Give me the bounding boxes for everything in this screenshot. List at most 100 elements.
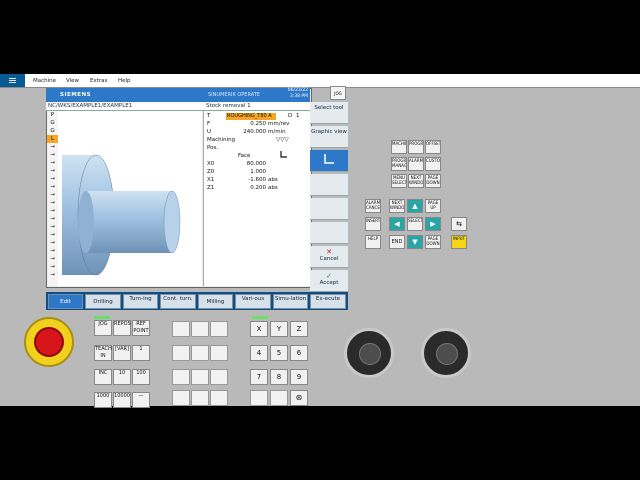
select-key[interactable]: SELECT [407, 217, 423, 231]
machining-field[interactable]: ▽▽▽ [276, 137, 289, 144]
blank-key[interactable] [172, 369, 190, 385]
ref-point-key[interactable]: REF POINT [132, 320, 150, 336]
help-key[interactable]: HELP [365, 235, 381, 249]
alarm-key[interactable]: ALARM [408, 157, 424, 171]
feed-override-dial[interactable] [421, 328, 471, 378]
feed-field[interactable]: 0.250 [224, 121, 266, 128]
var-key[interactable]: [VAR] [113, 345, 131, 361]
milling-softkey[interactable]: Milling [198, 294, 233, 309]
graphic-view-softkey[interactable]: Graphic view [310, 126, 348, 148]
y-axis-key[interactable]: Y [270, 321, 288, 337]
menu-select-key[interactable]: MENU SELECT [391, 174, 407, 188]
blank-key[interactable] [172, 390, 190, 406]
next-window-key-top[interactable]: NEXT WINDOW [408, 174, 424, 188]
speed-field[interactable]: 240.000 [224, 129, 266, 136]
hamburger-menu-icon[interactable]: ≡ [0, 74, 25, 87]
alarm-cancel-key[interactable]: ALARM CANCEL [365, 199, 381, 213]
repos-key[interactable]: REPOS [113, 320, 131, 336]
gutter-l[interactable]: L [47, 135, 58, 143]
gutter-arrow-icon: → [50, 184, 55, 190]
page-down-key-top[interactable]: PAGE DOWN [425, 174, 441, 188]
offset-key[interactable]: OFFSET [425, 140, 441, 154]
x0-field[interactable]: 80.000 [224, 161, 266, 168]
blank-key[interactable] [191, 390, 209, 406]
contour-softkey[interactable] [310, 150, 348, 172]
blank-key[interactable] [210, 369, 228, 385]
blank-key[interactable] [191, 321, 209, 337]
z0-field[interactable]: 1.000 [224, 169, 266, 176]
axis-5-key[interactable]: 5 [270, 345, 288, 361]
input-key[interactable]: INPUT [451, 235, 467, 249]
d-field[interactable]: 1 [296, 113, 300, 120]
z1-field[interactable]: 0.200 [224, 185, 266, 192]
blank-key[interactable] [210, 390, 228, 406]
arrow-left-icon[interactable]: ◀ [389, 217, 405, 231]
inc-100-key[interactable]: 100 [132, 369, 150, 385]
gutter-p[interactable]: P [47, 111, 58, 119]
empty-softkey-2[interactable] [310, 198, 348, 220]
menu-view[interactable]: View [66, 74, 79, 88]
inc-1-key[interactable]: 1 [132, 345, 150, 361]
machine-key[interactable]: MACHINE [391, 140, 407, 154]
blank-key[interactable] [250, 390, 268, 406]
inc-cont-key[interactable]: — [132, 392, 150, 408]
x-axis-key[interactable]: X [250, 321, 268, 337]
inc-10-key[interactable]: 10 [113, 369, 131, 385]
accept-softkey[interactable]: ✓ Accept [310, 270, 348, 292]
turning-softkey[interactable]: Turn-ing [123, 294, 158, 309]
empty-softkey-3[interactable] [310, 222, 348, 244]
blank-key[interactable] [210, 345, 228, 361]
arrow-right-icon[interactable]: ▶ [425, 217, 441, 231]
menu-machine[interactable]: Machine [33, 74, 56, 88]
various-softkey[interactable]: Vari-ous [235, 294, 271, 309]
teach-in-key[interactable]: TEACH IN [94, 345, 112, 361]
program-key[interactable]: PROGRAM [408, 140, 424, 154]
jog-key[interactable]: JOG [94, 320, 112, 336]
axis-9-key[interactable]: 9 [290, 369, 308, 385]
jog-mode-button[interactable]: JOG [330, 86, 346, 100]
execute-softkey[interactable]: Ex-ecute [310, 294, 346, 309]
next-window-key[interactable]: NEXT WINDOW [389, 199, 405, 213]
end-key[interactable]: END [389, 235, 405, 249]
gutter-g2[interactable]: G [47, 127, 58, 135]
arrow-down-icon[interactable]: ▼ [407, 235, 423, 249]
cont-turn-softkey[interactable]: Cont. turn. [160, 294, 196, 309]
menu-extras[interactable]: Extras [90, 74, 107, 88]
x1-field[interactable]: -1.600 [224, 177, 266, 184]
simulation-softkey[interactable]: Simu-lation [273, 294, 308, 309]
tab-icon[interactable]: ⇆ [451, 217, 467, 231]
blank-key[interactable] [172, 345, 190, 361]
tool-field[interactable]: ROUGHING_T80 A [226, 113, 276, 120]
page-up-key[interactable]: PAGE UP [425, 199, 441, 213]
edit-softkey[interactable]: Edit [48, 294, 83, 309]
blank-key[interactable] [172, 321, 190, 337]
custom-key[interactable]: CUSTOM [425, 157, 441, 171]
inc-10000-key[interactable]: 10000 [113, 392, 131, 408]
gutter-g1[interactable]: G [47, 119, 58, 127]
blank-key[interactable] [270, 390, 288, 406]
empty-softkey-1[interactable] [310, 174, 348, 196]
blank-key[interactable] [191, 369, 209, 385]
arrow-up-icon[interactable]: ▲ [407, 199, 423, 213]
z-axis-key[interactable]: Z [290, 321, 308, 337]
inc-1000-key[interactable]: 1000 [94, 392, 112, 408]
select-tool-softkey[interactable]: Select tool [310, 102, 348, 124]
drilling-softkey[interactable]: Drilling [85, 294, 121, 309]
cancel-softkey[interactable]: ✕ Cancel [310, 246, 348, 268]
blank-key[interactable] [191, 345, 209, 361]
position-label: Pos. [207, 145, 219, 151]
axis-4-key[interactable]: 4 [250, 345, 268, 361]
position-corner-icon[interactable] [279, 144, 288, 158]
rapid-traverse-icon[interactable]: ⊛ [290, 390, 308, 406]
axis-7-key[interactable]: 7 [250, 369, 268, 385]
menu-help[interactable]: Help [118, 74, 131, 88]
program-manager-key[interactable]: PROGRAM MANAGER [391, 157, 407, 171]
inc-key[interactable]: INC [94, 369, 112, 385]
graphic-view[interactable] [58, 111, 202, 286]
spindle-override-dial[interactable] [344, 328, 394, 378]
page-down-key[interactable]: PAGE DOWN [425, 235, 441, 249]
insert-key[interactable]: INSERT [365, 217, 381, 231]
blank-key[interactable] [210, 321, 228, 337]
axis-6-key[interactable]: 6 [290, 345, 308, 361]
axis-8-key[interactable]: 8 [270, 369, 288, 385]
